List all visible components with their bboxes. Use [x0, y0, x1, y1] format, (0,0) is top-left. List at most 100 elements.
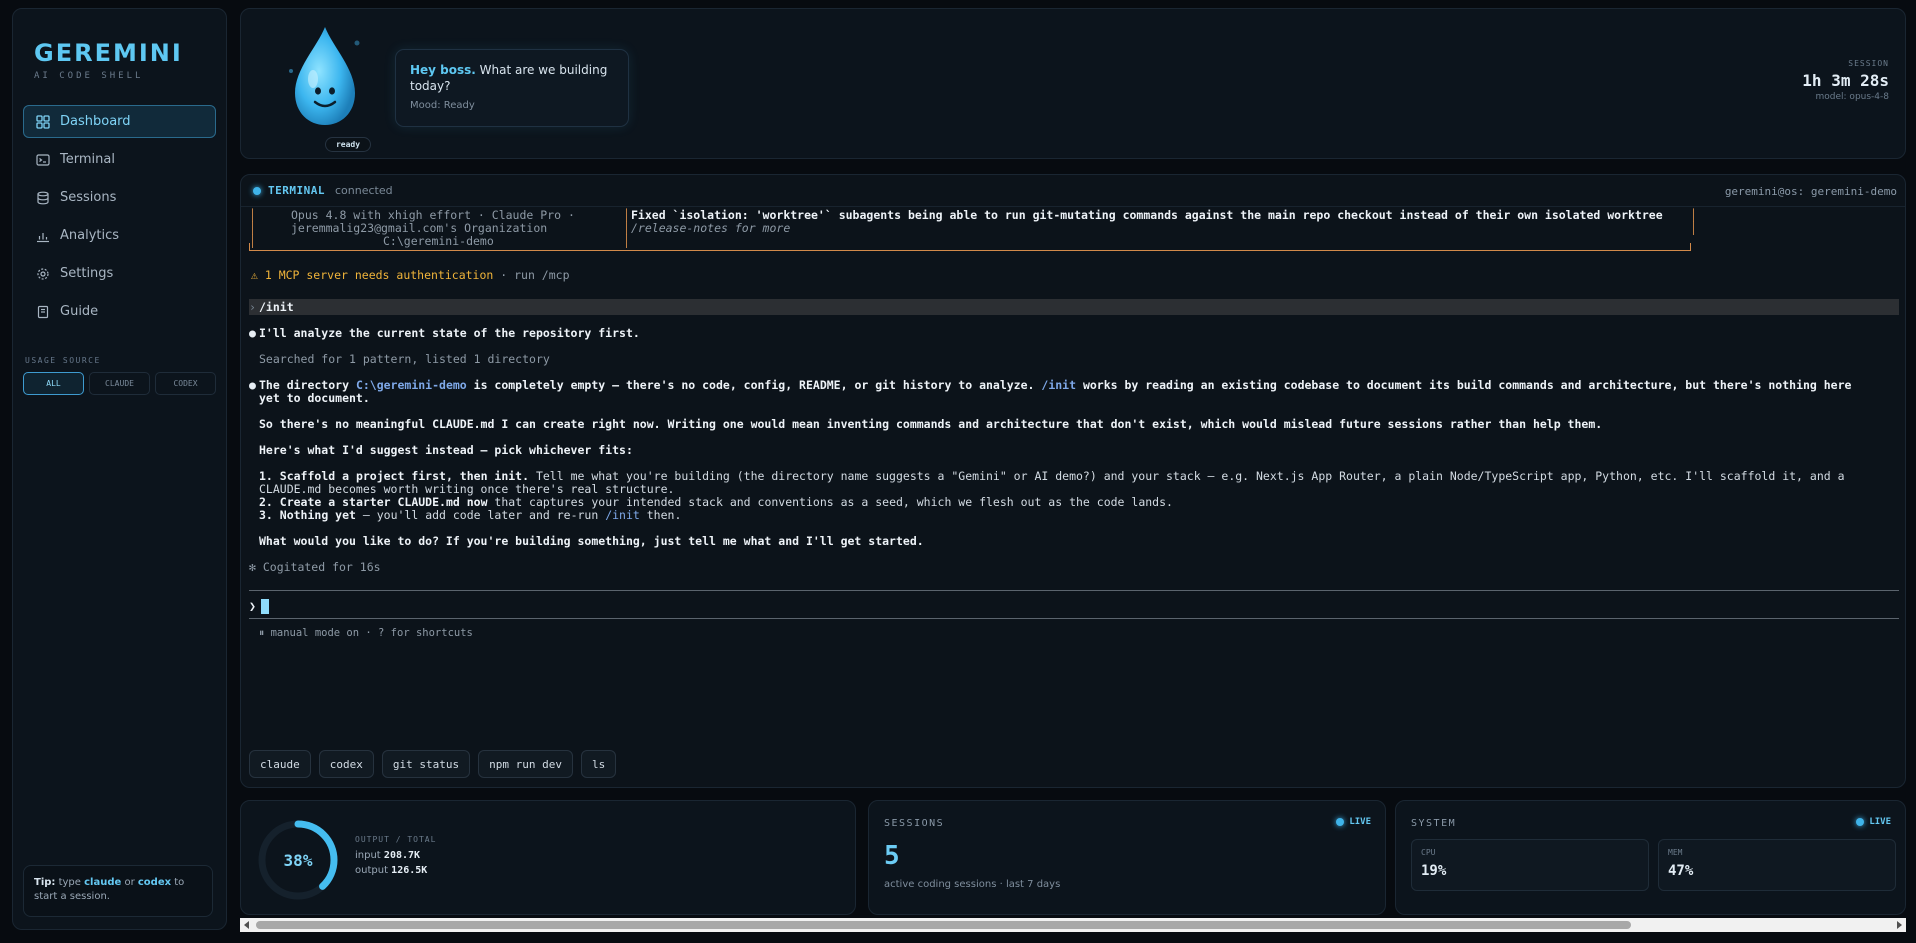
app-root: GEREMINI AI CODE SHELL Dashboard Termina… [0, 0, 1916, 943]
sidebar-item-analytics[interactable]: Analytics [23, 219, 216, 252]
sessions-title: SESSIONS [884, 818, 945, 829]
tip-box: Tip: type claude or codex to start a ses… [23, 865, 213, 917]
mcp-warning-hint: · run /mcp [493, 268, 570, 282]
horizontal-scrollbar[interactable] [240, 918, 1906, 932]
cpu-label: CPU [1421, 848, 1436, 857]
scroll-right-icon[interactable] [1897, 921, 1902, 929]
terminal-header: TERMINAL connected geremini@os: geremini… [241, 175, 1905, 207]
mem-label: MEM [1668, 848, 1683, 857]
box-divider: │ [623, 234, 630, 248]
live-dot-icon [1856, 818, 1865, 826]
terminal-user-host: geremini@os: geremini-demo [1724, 185, 1897, 198]
gear-icon [37, 267, 49, 280]
command-echo [249, 299, 1899, 315]
usage-codex-button[interactable]: CODEX [155, 372, 216, 395]
tip-text: type [55, 877, 85, 888]
output-line: Searched for 1 pattern, listed 1 directo… [259, 352, 550, 366]
command-prompt-icon: › [249, 300, 256, 314]
box-right-line-2: /release-notes for more [631, 221, 791, 235]
output-command: /init [605, 508, 640, 522]
live-label: LIVE [1869, 817, 1891, 827]
tip-keyword-codex: codex [137, 877, 172, 888]
output-segment: works by reading an existing codebase to… [1076, 378, 1852, 392]
sidebar-item-dashboard[interactable]: Dashboard [23, 105, 216, 138]
session-info: SESSION 1h 3m 28s model: opus-4-8 [1802, 59, 1889, 102]
option-title: Nothing yet [279, 508, 356, 522]
output-command: /init [1041, 378, 1077, 392]
tip-keyword-claude: claude [84, 877, 122, 888]
sidebar-item-terminal[interactable]: Terminal [23, 143, 216, 176]
sidebar-item-label: Dashboard [60, 114, 131, 129]
option-number: 3. [259, 508, 280, 522]
terminal-icon [36, 153, 50, 166]
output-line: So there's no meaningful CLAUDE.md I can… [259, 417, 1603, 431]
sessions-card: SESSIONS LIVE 5 active coding sessions ·… [868, 800, 1386, 915]
terminal-panel[interactable]: TERMINAL connected geremini@os: geremini… [240, 174, 1906, 788]
mcp-warning-text: ⚠ 1 MCP server needs authentication [251, 268, 494, 282]
brand-logo: GEREMINI [34, 39, 183, 67]
chip-git-status[interactable]: git status [381, 750, 471, 778]
usage-claude-button[interactable]: CLAUDE [89, 372, 150, 395]
terminal-title: TERMINAL [268, 184, 325, 197]
usage-source-toggle: ALL CLAUDE CODEX [23, 372, 216, 395]
brand-subtitle: AI CODE SHELL [34, 71, 144, 81]
text-cursor [261, 599, 269, 614]
box-left-line-3: C:\geremini-demo [383, 234, 494, 248]
box-border: │ [1690, 221, 1697, 235]
output-line: I'll analyze the current state of the re… [259, 326, 640, 340]
input-label: input [355, 850, 381, 861]
sessions-count: 5 [884, 841, 900, 871]
session-label: SESSION [1848, 59, 1889, 68]
output-segment: is completely empty — there's no code, c… [466, 378, 1042, 392]
hero-panel: ready Hey boss. What are we building tod… [240, 8, 1906, 159]
chip-ls[interactable]: ls [580, 750, 617, 778]
mascot-status-badge: ready [325, 137, 371, 152]
usage-source-title: USAGE SOURCE [25, 356, 101, 365]
sidebar-item-settings[interactable]: Settings [23, 257, 216, 290]
chip-claude[interactable]: claude [249, 750, 311, 778]
mood-text: Mood: Ready [410, 100, 475, 111]
output-label: output [355, 865, 388, 876]
input-divider-top [249, 590, 1899, 591]
live-dot-icon [1336, 818, 1345, 826]
sidebar-item-label: Sessions [60, 190, 117, 205]
scrollbar-thumb[interactable] [256, 921, 1631, 929]
cogitated-status: ✻ Cogitated for 16s [249, 560, 381, 574]
usage-input: input 208.7K [355, 850, 436, 861]
bullet-icon: ● [249, 326, 256, 340]
chip-npm-run-dev[interactable]: npm run dev [478, 750, 573, 778]
option-desc: then. [639, 508, 682, 522]
usage-output: output 126.5K [355, 865, 436, 876]
prompt-chevron-icon: ❯ [249, 599, 256, 613]
usage-percent: 38% [283, 850, 313, 870]
sidebar: GEREMINI AI CODE SHELL Dashboard Termina… [12, 8, 227, 930]
option-desc: Tell me what you're building (the direct… [529, 469, 1845, 483]
option-desc: — you'll add code later and re-run [355, 508, 606, 522]
system-card: SYSTEM LIVE CPU 19% MEM 47% [1395, 800, 1906, 915]
input-value: 208.7K [383, 850, 421, 861]
mem-box: MEM 47% [1658, 839, 1896, 891]
greeting-bubble: Hey boss. What are we building today? Mo… [395, 49, 629, 127]
mcp-warning: ⚠ 1 MCP server needs authentication · ru… [251, 267, 570, 283]
sidebar-item-label: Settings [60, 266, 114, 281]
output-line: Here's what I'd suggest instead — pick w… [259, 443, 633, 457]
sidebar-nav: Dashboard Terminal Sessions Analytics Se… [23, 105, 216, 328]
scroll-left-icon[interactable] [244, 921, 249, 929]
sidebar-item-sessions[interactable]: Sessions [23, 181, 216, 214]
sidebar-item-guide[interactable]: Guide [23, 295, 216, 328]
usage-all-button[interactable]: ALL [23, 372, 84, 395]
prompt-input[interactable] [261, 598, 269, 614]
terminal-status: connected [334, 184, 393, 197]
grid-icon [36, 114, 50, 129]
session-timer: 1h 3m 28s [1802, 71, 1889, 90]
mem-value: 47% [1668, 863, 1694, 879]
chip-codex[interactable]: codex [318, 750, 374, 778]
usage-label: OUTPUT / TOTAL [355, 835, 437, 844]
droplet-mascot-icon [289, 27, 360, 125]
usage-card: 38% OUTPUT / TOTAL input 208.7K output 1… [240, 800, 856, 915]
session-model: model: opus-4-8 [1815, 92, 1889, 102]
tip-text: or [121, 877, 138, 888]
system-title: SYSTEM [1411, 818, 1457, 829]
mode-hint: ⏸ manual mode on · ? for shortcuts [259, 627, 473, 639]
greeting-highlight: Hey boss. [410, 63, 476, 77]
